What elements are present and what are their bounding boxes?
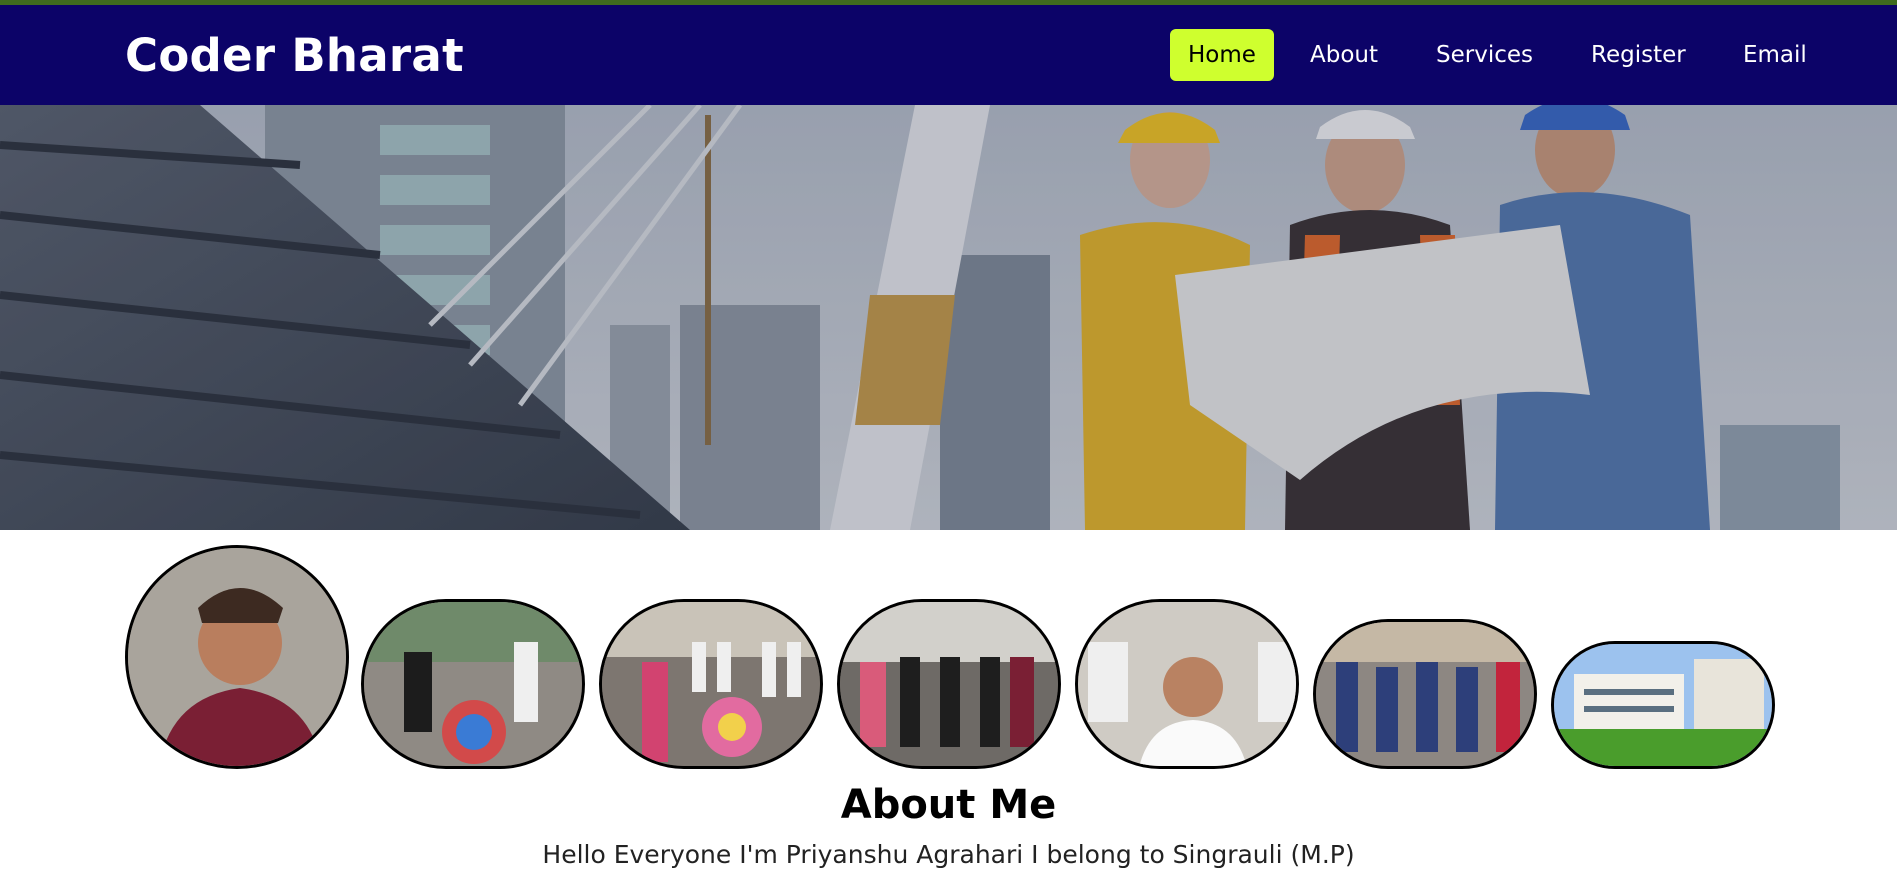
photo-gallery [0, 540, 1897, 770]
gallery-photo-5[interactable] [1075, 599, 1299, 769]
gallery-photo-4[interactable] [837, 599, 1061, 769]
nav-home-link[interactable]: Home [1170, 29, 1274, 81]
brand-logo-text[interactable]: Coder Bharat [125, 29, 464, 82]
gallery-photo-6[interactable] [1313, 619, 1537, 769]
about-heading: About Me [840, 782, 1057, 828]
nav-services-link[interactable]: Services [1436, 29, 1533, 81]
gallery-photo-2[interactable] [361, 599, 585, 769]
nav-about-link[interactable]: About [1310, 29, 1378, 81]
hero-overlay [0, 105, 1897, 530]
navbar: Coder Bharat Home About Services Registe… [0, 5, 1897, 105]
hero-banner [0, 105, 1897, 530]
gallery-photo-7[interactable] [1551, 641, 1775, 769]
gallery-photo-3[interactable] [599, 599, 823, 769]
about-intro-text: Hello Everyone I'm Priyanshu Agrahari I … [542, 840, 1355, 869]
gallery-photo-1[interactable] [125, 545, 349, 769]
nav-register-link[interactable]: Register [1591, 29, 1686, 81]
nav-email-link[interactable]: Email [1743, 29, 1807, 81]
